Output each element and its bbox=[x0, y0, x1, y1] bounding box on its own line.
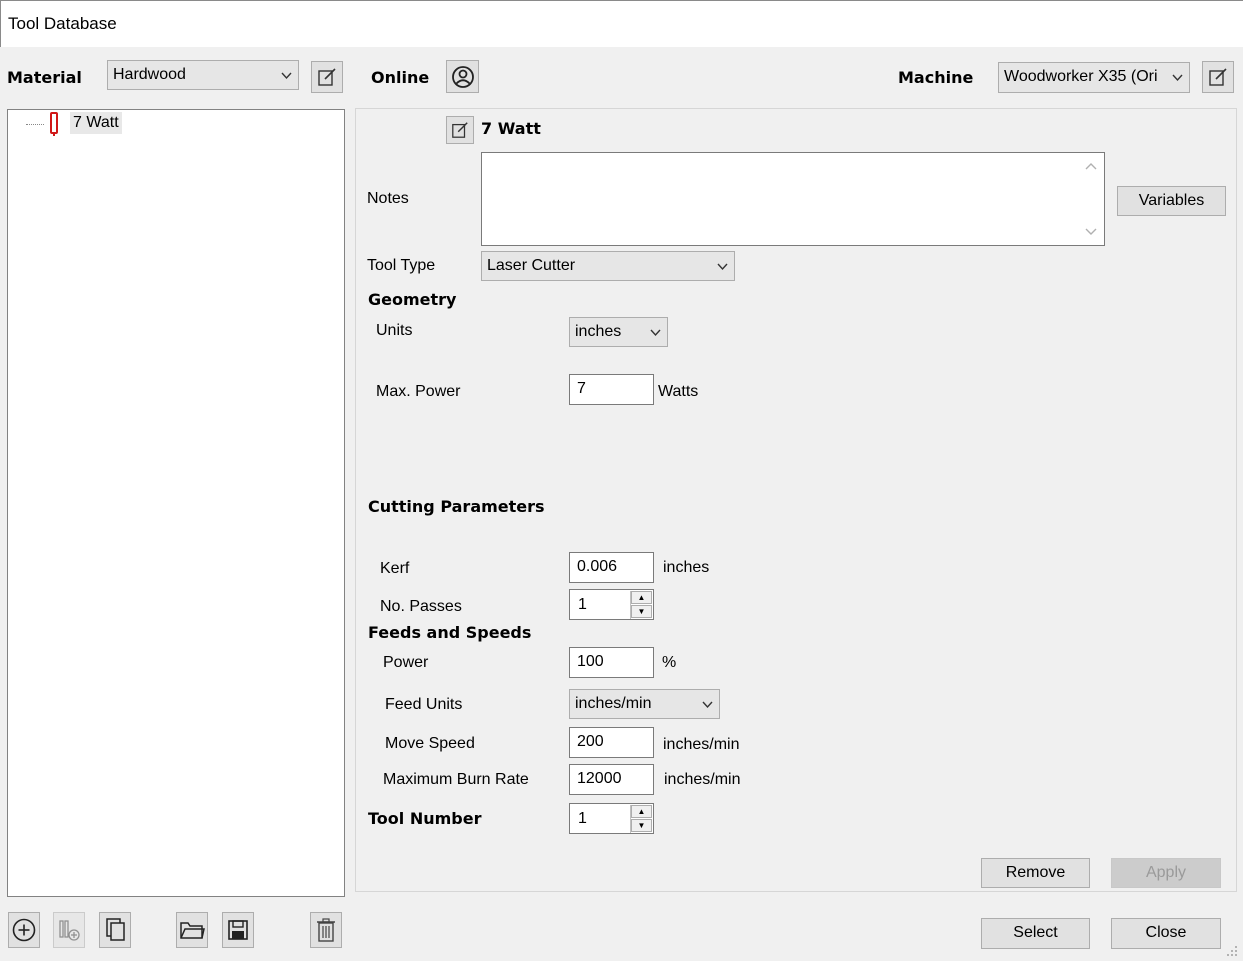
spin-down-icon[interactable]: ▼ bbox=[631, 605, 652, 618]
power-unit: % bbox=[662, 654, 677, 671]
spin-up-icon[interactable]: ▲ bbox=[631, 591, 652, 604]
edit-icon bbox=[318, 68, 336, 86]
edit-icon bbox=[452, 122, 468, 138]
burn-rate-unit: inches/min bbox=[664, 771, 741, 788]
max-power-label: Max. Power bbox=[376, 383, 461, 400]
passes-value: 1 bbox=[578, 596, 587, 613]
power-label: Power bbox=[383, 654, 429, 671]
cutting-parameters-heading: Cutting Parameters bbox=[368, 497, 545, 516]
tool-number-spinbox[interactable]: 1 ▲ ▼ bbox=[569, 803, 654, 834]
delete-tool-button[interactable] bbox=[310, 912, 342, 948]
material-select[interactable]: Hardwood bbox=[107, 60, 299, 90]
move-speed-label: Move Speed bbox=[385, 735, 475, 752]
online-label: Online bbox=[371, 68, 430, 87]
tool-number-label: Tool Number bbox=[368, 809, 482, 828]
edit-tool-name-button[interactable] bbox=[446, 116, 474, 144]
notes-textarea[interactable] bbox=[481, 152, 1105, 246]
machine-select[interactable]: Woodworker X35 (Ori bbox=[998, 62, 1190, 93]
geometry-heading: Geometry bbox=[368, 290, 457, 309]
max-power-input[interactable]: 7 bbox=[569, 374, 654, 405]
chevron-down-icon bbox=[702, 701, 713, 709]
variables-button[interactable]: Variables bbox=[1117, 186, 1226, 216]
title-bar: Tool Database bbox=[0, 0, 1243, 47]
feed-units-value: inches/min bbox=[575, 695, 652, 712]
chevron-down-icon bbox=[650, 329, 661, 337]
user-circle-icon bbox=[451, 65, 474, 88]
material-select-value: Hardwood bbox=[113, 66, 186, 83]
chevron-down-icon bbox=[1172, 74, 1183, 82]
max-power-unit: Watts bbox=[658, 383, 699, 400]
move-speed-unit: inches/min bbox=[663, 736, 740, 753]
notes-scrollbar[interactable] bbox=[1079, 154, 1103, 244]
machine-label: Machine bbox=[898, 68, 974, 87]
chevron-down-icon[interactable] bbox=[1085, 228, 1097, 236]
passes-spinbox[interactable]: 1 ▲ ▼ bbox=[569, 589, 654, 620]
apply-button[interactable]: Apply bbox=[1111, 858, 1221, 888]
copy-icon bbox=[106, 918, 125, 941]
tree-item-7-watt[interactable]: 7 Watt bbox=[70, 112, 122, 134]
move-speed-input[interactable]: 200 bbox=[569, 727, 654, 758]
tool-number-value: 1 bbox=[578, 810, 587, 827]
material-label: Material bbox=[7, 68, 82, 87]
feed-units-select[interactable]: inches/min bbox=[569, 689, 720, 719]
online-account-button[interactable] bbox=[446, 60, 479, 93]
units-select[interactable]: inches bbox=[569, 317, 668, 347]
power-input[interactable]: 100 bbox=[569, 647, 654, 678]
copy-tool-button[interactable] bbox=[99, 912, 131, 948]
units-value: inches bbox=[575, 323, 622, 340]
close-button[interactable]: Close bbox=[1111, 918, 1221, 949]
folder-open-icon bbox=[180, 922, 205, 939]
edit-icon bbox=[1209, 68, 1227, 86]
save-database-button[interactable] bbox=[222, 912, 254, 948]
burn-rate-input[interactable]: 12000 bbox=[569, 764, 654, 795]
burn-rate-label: Maximum Burn Rate bbox=[383, 771, 529, 788]
add-group-icon bbox=[59, 920, 80, 941]
window-title: Tool Database bbox=[8, 14, 117, 33]
kerf-label: Kerf bbox=[380, 560, 410, 577]
feed-units-label: Feed Units bbox=[385, 696, 463, 713]
passes-label: No. Passes bbox=[380, 598, 462, 615]
machine-select-value: Woodworker X35 (Ori bbox=[1004, 68, 1158, 85]
tool-tree[interactable]: 7 Watt bbox=[7, 109, 345, 897]
edit-material-button[interactable] bbox=[311, 61, 343, 93]
chevron-down-icon bbox=[281, 72, 292, 80]
tool-number-spin-arrows: ▲ ▼ bbox=[630, 805, 652, 833]
tool-type-label: Tool Type bbox=[367, 257, 436, 274]
select-button[interactable]: Select bbox=[981, 918, 1090, 949]
passes-spin-arrows: ▲ ▼ bbox=[630, 591, 652, 619]
edit-machine-button[interactable] bbox=[1202, 61, 1234, 93]
open-database-button[interactable] bbox=[176, 912, 208, 948]
tool-type-select[interactable]: Laser Cutter bbox=[481, 251, 735, 281]
save-icon bbox=[228, 920, 248, 940]
kerf-input[interactable]: 0.006 bbox=[569, 552, 654, 583]
tool-type-value: Laser Cutter bbox=[487, 257, 576, 274]
spin-up-icon[interactable]: ▲ bbox=[631, 805, 652, 818]
laser-tool-icon bbox=[50, 112, 58, 136]
add-tool-group-button[interactable] bbox=[53, 912, 85, 948]
tree-connector bbox=[26, 124, 44, 125]
resize-grip-icon[interactable] bbox=[1226, 945, 1238, 957]
trash-icon bbox=[317, 918, 335, 942]
feeds-speeds-heading: Feeds and Speeds bbox=[368, 623, 532, 642]
tool-name: 7 Watt bbox=[481, 119, 541, 138]
remove-button[interactable]: Remove bbox=[981, 858, 1090, 888]
tree-item-label: 7 Watt bbox=[73, 114, 119, 131]
chevron-up-icon[interactable] bbox=[1085, 162, 1097, 170]
spin-down-icon[interactable]: ▼ bbox=[631, 819, 652, 832]
kerf-unit: inches bbox=[663, 559, 710, 576]
chevron-down-icon bbox=[717, 263, 728, 271]
notes-label: Notes bbox=[367, 190, 409, 207]
add-tool-button[interactable] bbox=[8, 912, 40, 948]
add-circle-icon bbox=[12, 918, 36, 942]
units-label: Units bbox=[376, 322, 413, 339]
